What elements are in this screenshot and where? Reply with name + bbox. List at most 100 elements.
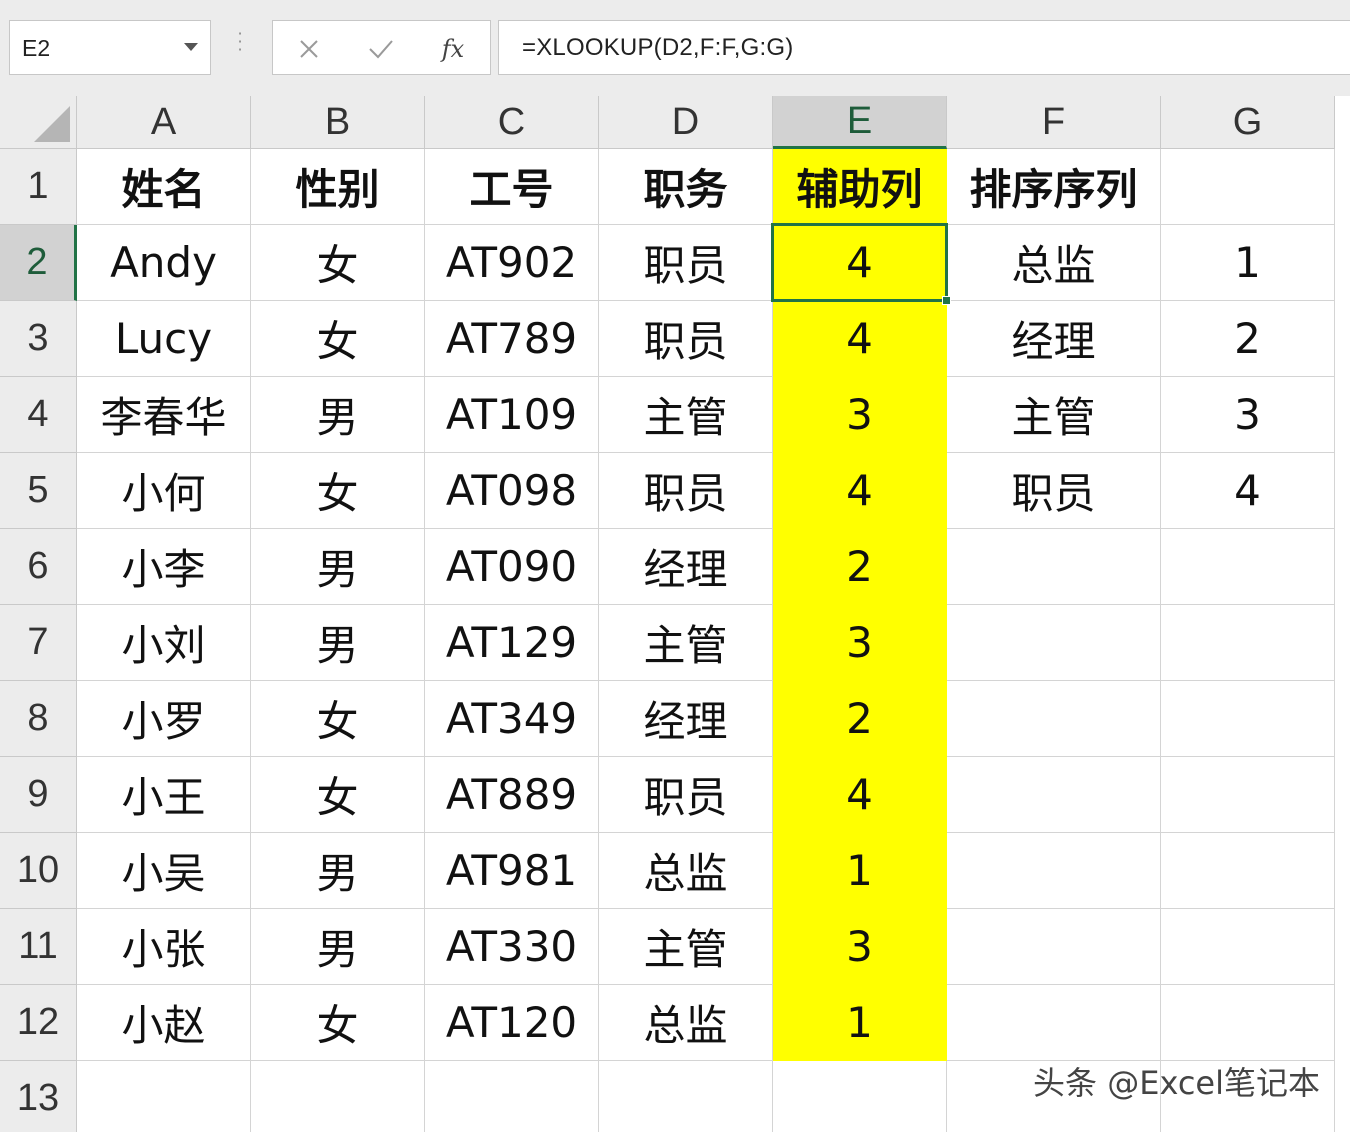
cell-b10[interactable]: 男 — [251, 833, 425, 909]
cell-a13[interactable] — [77, 1061, 251, 1132]
cell-b8[interactable]: 女 — [251, 681, 425, 757]
cell-c4[interactable]: AT109 — [425, 377, 599, 453]
cell-b1[interactable]: 性别 — [251, 149, 425, 225]
cell-b11[interactable]: 男 — [251, 909, 425, 985]
cell-g9[interactable] — [1161, 757, 1335, 833]
cell-a1[interactable]: 姓名 — [77, 149, 251, 225]
cell-g10[interactable] — [1161, 833, 1335, 909]
cell-e9[interactable]: 4 — [773, 757, 947, 833]
cell-a4[interactable]: 李春华 — [77, 377, 251, 453]
cell-d10[interactable]: 总监 — [599, 833, 773, 909]
cell-f12[interactable] — [947, 985, 1161, 1061]
row-header-13[interactable]: 13 — [0, 1061, 77, 1132]
column-header-f[interactable]: F — [947, 96, 1161, 149]
row-header-6[interactable]: 6 — [0, 529, 77, 605]
column-header-a[interactable]: A — [77, 96, 251, 149]
cell-c7[interactable]: AT129 — [425, 605, 599, 681]
cell-d13[interactable] — [599, 1061, 773, 1132]
cell-e6[interactable]: 2 — [773, 529, 947, 605]
cell-g11[interactable] — [1161, 909, 1335, 985]
cell-d4[interactable]: 主管 — [599, 377, 773, 453]
cell-c12[interactable]: AT120 — [425, 985, 599, 1061]
cell-a9[interactable]: 小王 — [77, 757, 251, 833]
cell-c8[interactable]: AT349 — [425, 681, 599, 757]
row-header-4[interactable]: 4 — [0, 377, 77, 453]
cell-e10[interactable]: 1 — [773, 833, 947, 909]
cell-f11[interactable] — [947, 909, 1161, 985]
row-header-12[interactable]: 12 — [0, 985, 77, 1061]
cell-f5[interactable]: 职员 — [947, 453, 1161, 529]
cell-b9[interactable]: 女 — [251, 757, 425, 833]
cell-b6[interactable]: 男 — [251, 529, 425, 605]
cell-c6[interactable]: AT090 — [425, 529, 599, 605]
cell-a5[interactable]: 小何 — [77, 453, 251, 529]
cell-e4[interactable]: 3 — [773, 377, 947, 453]
cell-f6[interactable] — [947, 529, 1161, 605]
row-header-1[interactable]: 1 — [0, 149, 77, 225]
cell-a12[interactable]: 小赵 — [77, 985, 251, 1061]
cell-e1[interactable]: 辅助列 — [773, 149, 947, 225]
row-header-2[interactable]: 2 — [0, 225, 77, 301]
column-header-c[interactable]: C — [425, 96, 599, 149]
cell-d12[interactable]: 总监 — [599, 985, 773, 1061]
cell-c5[interactable]: AT098 — [425, 453, 599, 529]
cell-g6[interactable] — [1161, 529, 1335, 605]
close-icon[interactable] — [289, 29, 329, 69]
formula-input[interactable]: =XLOOKUP(D2,F:F,G:G) — [498, 20, 1350, 75]
cell-a7[interactable]: 小刘 — [77, 605, 251, 681]
cell-f3[interactable]: 经理 — [947, 301, 1161, 377]
cell-f2[interactable]: 总监 — [947, 225, 1161, 301]
cell-d2[interactable]: 职员 — [599, 225, 773, 301]
row-header-11[interactable]: 11 — [0, 909, 77, 985]
insert-function-button[interactable]: fx — [433, 29, 473, 69]
column-header-b[interactable]: B — [251, 96, 425, 149]
cell-g12[interactable] — [1161, 985, 1335, 1061]
formula-text[interactable]: =XLOOKUP(D2,F:F,G:G) — [522, 34, 793, 62]
cell-f4[interactable]: 主管 — [947, 377, 1161, 453]
row-header-10[interactable]: 10 — [0, 833, 77, 909]
cell-g1[interactable] — [1161, 149, 1335, 225]
cell-b2[interactable]: 女 — [251, 225, 425, 301]
cell-f7[interactable] — [947, 605, 1161, 681]
cell-e13[interactable] — [773, 1061, 947, 1132]
cell-g8[interactable] — [1161, 681, 1335, 757]
cell-g3[interactable]: 2 — [1161, 301, 1335, 377]
cell-b3[interactable]: 女 — [251, 301, 425, 377]
cell-g4[interactable]: 3 — [1161, 377, 1335, 453]
cell-e7[interactable]: 3 — [773, 605, 947, 681]
row-header-5[interactable]: 5 — [0, 453, 77, 529]
chevron-down-icon[interactable] — [184, 43, 198, 51]
cell-d7[interactable]: 主管 — [599, 605, 773, 681]
cell-a2[interactable]: Andy — [77, 225, 251, 301]
cell-g2[interactable]: 1 — [1161, 225, 1335, 301]
cell-f10[interactable] — [947, 833, 1161, 909]
cell-c3[interactable]: AT789 — [425, 301, 599, 377]
cell-c9[interactable]: AT889 — [425, 757, 599, 833]
select-all-button[interactable] — [0, 96, 77, 149]
cell-f9[interactable] — [947, 757, 1161, 833]
cell-c13[interactable] — [425, 1061, 599, 1132]
column-header-g[interactable]: G — [1161, 96, 1335, 149]
cell-a11[interactable]: 小张 — [77, 909, 251, 985]
cell-e12[interactable]: 1 — [773, 985, 947, 1061]
more-options-icon[interactable]: · · · — [236, 26, 244, 60]
cell-d8[interactable]: 经理 — [599, 681, 773, 757]
column-header-e[interactable]: E — [773, 96, 947, 149]
name-box[interactable]: E2 — [9, 20, 211, 75]
name-box-value[interactable]: E2 — [22, 35, 50, 62]
cell-f8[interactable] — [947, 681, 1161, 757]
row-header-8[interactable]: 8 — [0, 681, 77, 757]
cell-b4[interactable]: 男 — [251, 377, 425, 453]
check-icon[interactable] — [361, 29, 401, 69]
cell-d9[interactable]: 职员 — [599, 757, 773, 833]
row-header-3[interactable]: 3 — [0, 301, 77, 377]
row-header-7[interactable]: 7 — [0, 605, 77, 681]
cell-g7[interactable] — [1161, 605, 1335, 681]
cell-c10[interactable]: AT981 — [425, 833, 599, 909]
cell-d6[interactable]: 经理 — [599, 529, 773, 605]
cell-e3[interactable]: 4 — [773, 301, 947, 377]
cell-b5[interactable]: 女 — [251, 453, 425, 529]
cell-g5[interactable]: 4 — [1161, 453, 1335, 529]
cell-c11[interactable]: AT330 — [425, 909, 599, 985]
cell-d5[interactable]: 职员 — [599, 453, 773, 529]
